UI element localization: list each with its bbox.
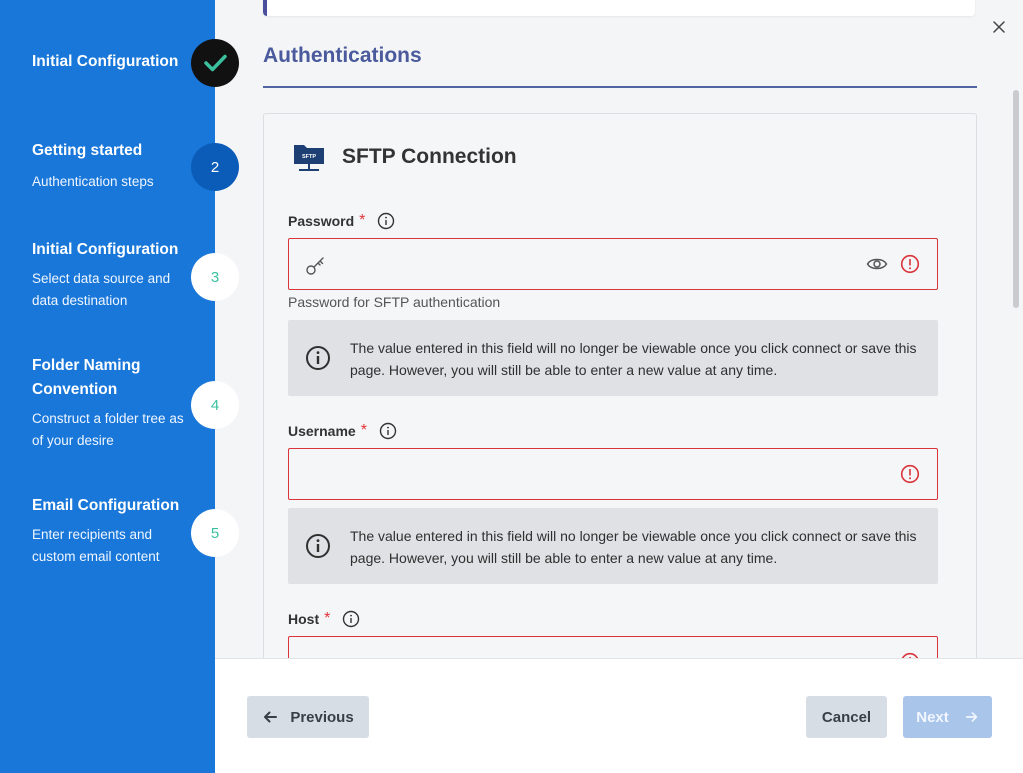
panel-title: SFTP Connection [342,145,517,168]
arrow-left-icon [264,711,278,723]
step-title: Email Configuration [32,497,180,514]
username-notice: The value entered in this field will no … [288,508,938,584]
sftp-folder-icon: SFTP [294,145,324,171]
password-helper-text: Password for SFTP authentication [288,294,501,310]
previous-card-edge [263,0,975,16]
cancel-button[interactable]: Cancel [806,696,887,738]
host-label: Host * [288,610,360,628]
step-initial-configuration[interactable]: Initial Configuration Select data source… [32,238,192,312]
host-label-text: Host [288,611,320,627]
arrow-right-icon [965,712,977,722]
step-number: 4 [210,396,220,414]
next-button[interactable]: Next [903,696,992,738]
wizard-sidebar: Initial Configuration Getting started Au… [0,0,215,773]
error-icon [900,464,920,484]
section-title: Authentications [263,44,422,67]
step-getting-started[interactable]: Getting started Authentication steps [32,139,192,193]
previous-button[interactable]: Previous [247,696,369,738]
step-folder-naming-convention[interactable]: Folder Naming Convention Construct a fol… [32,354,192,452]
username-label-text: Username [288,423,356,439]
scrollbar[interactable] [1013,90,1019,308]
password-label-text: Password [288,213,355,229]
info-icon [306,346,330,370]
password-label: Password * [288,212,395,230]
step-3-badge: 3 [191,253,239,301]
info-icon[interactable] [379,422,397,440]
step-initial-configuration-done[interactable]: Initial Configuration [32,50,192,74]
notice-text: The value entered in this field will no … [350,340,917,378]
step-1-complete-badge [191,39,239,87]
close-icon[interactable] [990,18,1008,36]
required-asterisk: * [324,610,331,627]
step-subtitle: Enter recipients and custom email conten… [32,527,160,564]
cancel-label: Cancel [821,708,872,726]
next-label: Next [916,708,949,726]
password-input[interactable] [337,239,837,289]
step-subtitle: Authentication steps [32,174,154,189]
key-icon [306,257,324,275]
username-field[interactable] [288,448,938,500]
step-title: Folder Naming Convention [32,357,141,398]
username-input[interactable] [305,449,805,499]
step-4-badge: 4 [191,381,239,429]
username-label: Username * [288,422,397,440]
error-icon [900,254,920,274]
info-icon[interactable] [342,610,360,628]
required-asterisk: * [360,422,367,439]
info-icon[interactable] [377,212,395,230]
step-subtitle: Construct a folder tree as of your desir… [32,411,184,448]
eye-icon[interactable] [866,255,888,273]
step-email-configuration[interactable]: Email Configuration Enter recipients and… [32,494,192,568]
step-title: Initial Configuration [32,53,179,70]
step-2-badge: 2 [191,143,239,191]
step-subtitle: Select data source and data destination [32,271,171,308]
password-notice: The value entered in this field will no … [288,320,938,396]
sftp-icon-label: SFTP [302,154,316,160]
check-icon [204,54,227,72]
notice-text: The value entered in this field will no … [350,528,917,566]
host-field[interactable] [288,636,938,658]
step-title: Getting started [32,142,143,159]
info-icon [306,534,330,558]
panel-header: SFTP SFTP Connection [292,140,517,174]
step-5-badge: 5 [191,509,239,557]
step-title: Initial Configuration [32,241,179,258]
wizard-footer: Previous Cancel Next [215,658,1023,773]
step-number: 5 [210,524,220,542]
required-asterisk: * [359,212,366,229]
host-input[interactable] [305,637,805,658]
step-number: 3 [210,268,220,286]
previous-label: Previous [290,708,354,726]
section-divider [263,86,977,88]
step-number: 2 [210,158,220,176]
main-content: Authentications SFTP SFTP Connection Pas… [215,0,1023,658]
password-field[interactable] [288,238,938,290]
sftp-connection-panel: SFTP SFTP Connection Password * Password… [263,113,977,658]
